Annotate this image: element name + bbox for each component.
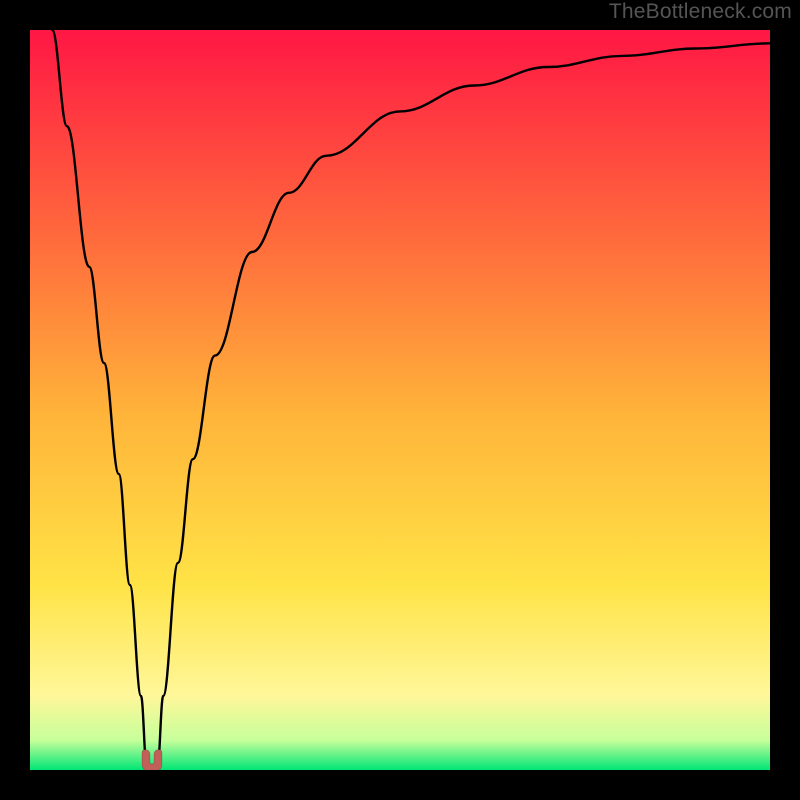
curve-left-branch bbox=[52, 30, 147, 770]
plot-area bbox=[30, 30, 770, 770]
curve-right-branch bbox=[157, 43, 770, 770]
bottleneck-curve bbox=[30, 30, 770, 770]
watermark-text: TheBottleneck.com bbox=[609, 0, 792, 24]
chart-frame: TheBottleneck.com bbox=[0, 0, 800, 800]
optimal-marker-icon bbox=[138, 748, 166, 770]
